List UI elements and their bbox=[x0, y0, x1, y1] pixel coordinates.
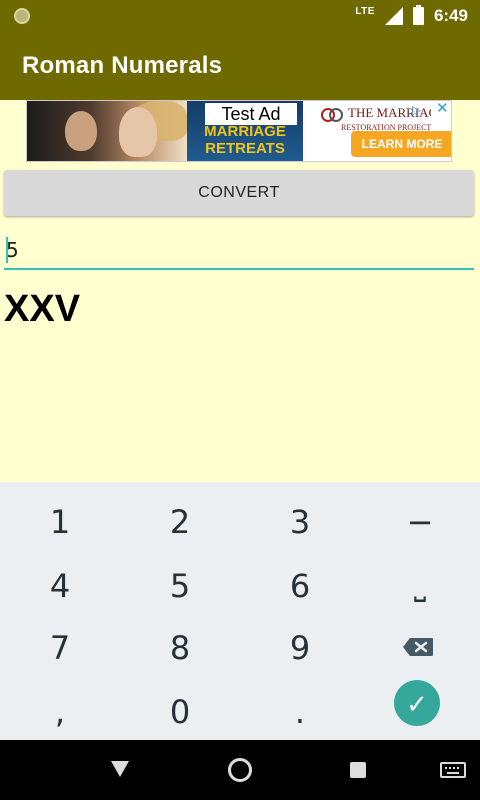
notification-icon bbox=[14, 8, 30, 24]
done-check-icon[interactable]: ✓ bbox=[394, 680, 440, 726]
key-minus[interactable]: − bbox=[360, 490, 480, 552]
back-icon[interactable] bbox=[110, 760, 130, 778]
network-type: LTE bbox=[355, 5, 375, 17]
key-8[interactable]: 8 bbox=[120, 616, 240, 678]
key-1[interactable]: 1 bbox=[0, 490, 120, 552]
ad-info-icon[interactable]: ▷ bbox=[412, 103, 426, 117]
ad-banner[interactable]: Test Ad MARRIAGE RETREATS THE MARRIAGE R… bbox=[26, 100, 452, 162]
battery-icon bbox=[412, 5, 424, 25]
ad-photo bbox=[27, 101, 187, 161]
key-space[interactable]: ⎵ bbox=[360, 554, 480, 616]
key-7[interactable]: 7 bbox=[0, 616, 120, 678]
status-icons: LTE 6:49 bbox=[355, 4, 468, 28]
number-input[interactable] bbox=[4, 232, 474, 270]
app-title: Roman Numerals bbox=[22, 52, 223, 79]
key-2[interactable]: 2 bbox=[120, 490, 240, 552]
ad-advertiser: THE MARRIAGE RESTORATION PROJECT LEARN M… bbox=[303, 101, 451, 161]
status-time: 6:49 bbox=[433, 6, 468, 25]
key-4[interactable]: 4 bbox=[0, 554, 120, 616]
ad-close-icon[interactable]: ✕ bbox=[436, 101, 450, 116]
recent-apps-icon[interactable] bbox=[350, 762, 366, 778]
key-9[interactable]: 9 bbox=[240, 616, 360, 678]
roman-result: XXV bbox=[4, 288, 81, 330]
navigation-bar bbox=[0, 740, 480, 800]
key-6[interactable]: 6 bbox=[240, 554, 360, 616]
ad-test-label: Test Ad bbox=[205, 103, 297, 125]
key-5[interactable]: 5 bbox=[120, 554, 240, 616]
home-icon[interactable] bbox=[228, 758, 252, 782]
key-3[interactable]: 3 bbox=[240, 490, 360, 552]
app-bar: Roman Numerals bbox=[0, 32, 480, 100]
status-bar: LTE 6:49 bbox=[0, 0, 480, 32]
backspace-icon[interactable] bbox=[402, 637, 434, 657]
convert-button[interactable]: CONVERT bbox=[4, 170, 474, 216]
text-cursor bbox=[6, 237, 8, 263]
learn-more-button[interactable]: LEARN MORE bbox=[351, 131, 451, 157]
rings-icon bbox=[321, 107, 345, 123]
ad-headline: MARRIAGE RETREATS bbox=[204, 123, 286, 157]
keyboard-switch-icon[interactable] bbox=[440, 762, 466, 778]
key-0[interactable]: 0 bbox=[120, 680, 240, 742]
signal-icon bbox=[384, 7, 403, 25]
key-period[interactable]: . bbox=[240, 680, 360, 742]
key-comma[interactable]: , bbox=[0, 680, 120, 742]
